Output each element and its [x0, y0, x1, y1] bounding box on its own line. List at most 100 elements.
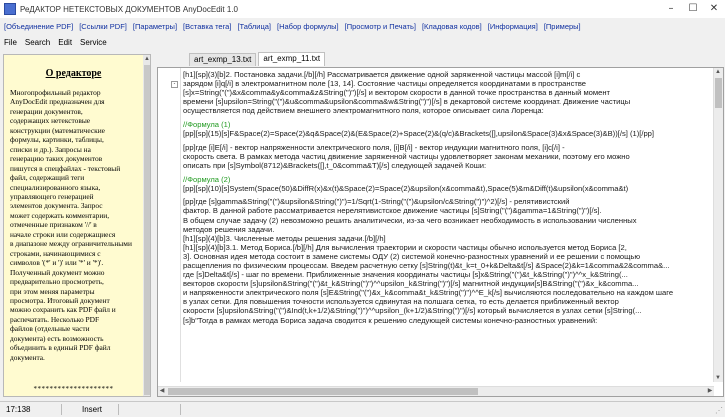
app-icon	[4, 3, 16, 15]
menu-formula[interactable]: [Набор формулы]	[275, 22, 341, 31]
about-panel-line: управляющего генерацией	[10, 191, 94, 201]
minimize-button[interactable]: –	[660, 0, 682, 18]
code-line[interactable]: [pp]где [i]E[/i] - вектор напряженности …	[183, 143, 713, 152]
scroll-up-icon[interactable]: ▲	[143, 55, 150, 63]
code-line[interactable]: зарядом [i]q[/i] в электромагнитном поле…	[183, 79, 713, 88]
scrollbar-thumb[interactable]	[168, 388, 478, 395]
resize-grip-icon[interactable]: ⋰	[715, 406, 723, 415]
code-line[interactable]: скорости [s]upsilon&String("(")&Ind(t,k+…	[183, 306, 713, 315]
menu-pdf-links[interactable]: [Ссылки PDF]	[77, 22, 129, 31]
comment-line[interactable]: //Формула (1)	[183, 120, 713, 129]
tab-art-exmp-11[interactable]: art_exmp_11.txt	[258, 52, 326, 66]
code-line[interactable]: [s]b"Тогда в рамках метода Бориса задача…	[183, 316, 713, 325]
about-panel-text: Многопрофильный редактор AnyDocEdit предн…	[10, 88, 140, 362]
menu-service[interactable]: Service	[80, 38, 107, 47]
comment-line[interactable]: //Формула (2)	[183, 175, 713, 184]
about-panel-line: файл, содержащий теги	[10, 173, 85, 183]
about-panel-line: распечатать. Несколько PDF	[10, 314, 100, 324]
about-panel-line: специализированного языка,	[10, 182, 101, 192]
about-panel-line: символов '(*' и ')' или '*' и '*)'.	[10, 258, 104, 268]
status-cell-empty	[121, 404, 181, 415]
code-line[interactable]: [pp][sp](15)[s]F&Space(2)=Space(2)&q&Spa…	[183, 129, 713, 138]
window-title: РеДАКТОР НЕТЕКСТОВЫХ ДОКУМЕНТОВ AnyDocEd…	[20, 4, 238, 14]
menu-merge-pdf[interactable]: [Объединение PDF]	[2, 22, 75, 31]
maximize-button[interactable]: ☐	[682, 0, 704, 18]
code-editor[interactable]: - [h1][sp](3)[b]2. Постановка задачи.[/b…	[157, 67, 724, 397]
about-panel-line: документа) есть возможность	[10, 333, 104, 343]
primary-menu-bar: [Объединение PDF] [Ссылки PDF] [Параметр…	[0, 18, 725, 35]
about-panel-line: содержащих нетекстовые	[10, 116, 91, 126]
about-panel-line: объединить в единый PDF файл	[10, 343, 111, 353]
document-tabs: art_exmp_13.txt art_exmp_11.txt	[189, 52, 327, 66]
about-panel-line: строками, начинающимися с	[10, 248, 101, 258]
about-panel-scrollbar[interactable]: ▲	[143, 55, 150, 396]
scrollbar-thumb[interactable]	[144, 65, 150, 395]
code-line[interactable]: и напряженности электрического поля [s]E…	[183, 288, 713, 297]
scroll-left-icon[interactable]: ◀	[158, 387, 166, 395]
editor-text[interactable]: [h1][sp](3)[b]2. Постановка задачи.[/b][…	[183, 70, 713, 384]
code-line[interactable]: 3]. Основная идея метода состоит в замен…	[183, 252, 713, 261]
about-panel-line: генерации документов,	[10, 106, 83, 116]
edit-mode: Insert	[64, 404, 119, 415]
code-line[interactable]: осуществляется под действием внешнего эл…	[183, 106, 713, 115]
menu-parameters[interactable]: [Параметры]	[131, 22, 179, 31]
fold-marker-icon[interactable]: -	[171, 81, 178, 88]
code-line[interactable]: где [s]Delta&t[/s] - шаг по времени. При…	[183, 270, 713, 279]
close-button[interactable]: ✕	[703, 0, 725, 18]
code-line[interactable]: описать при [s]Symbol(8712)&Brackets([],…	[183, 161, 713, 170]
menu-table[interactable]: [Таблица]	[235, 22, 273, 31]
code-line[interactable]: [h1][sp](4)[b]3. Численные методы решени…	[183, 234, 713, 243]
code-line[interactable]: скорость света. В рамках метода частиц д…	[183, 152, 713, 161]
code-line[interactable]: [pp][sp](10)[s]System(Space(50)&DiffR(x)…	[183, 184, 713, 193]
scroll-right-icon[interactable]: ▶	[706, 387, 714, 395]
secondary-menu-bar: File Search Edit Service	[0, 35, 725, 49]
scroll-up-icon[interactable]: ▲	[714, 68, 722, 76]
about-panel-line: предварительно просмотреть,	[10, 277, 104, 287]
about-panel-line: в диапазоне между ограничительными	[10, 239, 132, 249]
menu-view-print[interactable]: [Просмотр и Печать]	[343, 22, 418, 31]
tab-art-exmp-13[interactable]: art_exmp_13.txt	[189, 53, 257, 66]
about-panel-line: генерацию таких документов	[10, 154, 103, 164]
code-line[interactable]: фактор. В данной работе рассматривается …	[183, 206, 713, 215]
code-line[interactable]: методов решения задачи.	[183, 225, 713, 234]
code-line[interactable]: времени [s]upsilon=String("(")&u&comma&u…	[183, 97, 713, 106]
about-panel-line: отмеченные признаком '//' в	[10, 220, 97, 230]
about-panel-line: пишутся в спецфайлах - текстовый	[10, 163, 121, 173]
about-panel-line: может содержать комментарии,	[10, 210, 110, 220]
about-panel-line: начале строки или содержащиеся	[10, 229, 116, 239]
about-panel-line: Полученный документ можно	[10, 267, 105, 277]
about-panel-footer: ********************	[33, 385, 114, 393]
scroll-down-icon[interactable]: ▼	[714, 374, 722, 382]
code-line[interactable]: В общем случае задачу (2) невозможно реш…	[183, 216, 713, 225]
code-line[interactable]: векторов скорости [s]upsilon&String("(")…	[183, 279, 713, 288]
menu-edit[interactable]: Edit	[58, 38, 72, 47]
code-line[interactable]: [h1][sp](4)[b]3.1. Метод Бориса.[/b][/h]…	[183, 243, 713, 252]
editor-vertical-scrollbar[interactable]: ▲ ▼	[713, 68, 723, 382]
code-line[interactable]: расщепления по физическим процессам. Вве…	[183, 261, 713, 270]
about-panel-line: документа.	[10, 352, 45, 362]
menu-insert-tag[interactable]: [Вставка тега]	[181, 22, 233, 31]
about-panel-title: О редакторе	[45, 68, 102, 79]
about-panel-line: файлов (отдельные части	[10, 324, 90, 334]
code-line[interactable]: в узлах сетки. Для повышения точности ис…	[183, 297, 713, 306]
code-line[interactable]: [h1][sp](3)[b]2. Постановка задачи.[/b][…	[183, 70, 713, 79]
menu-file[interactable]: File	[4, 38, 17, 47]
about-panel-line: списки и др.). Запросы на	[10, 144, 91, 154]
editor-horizontal-scrollbar[interactable]: ◀ ▶	[158, 386, 714, 396]
about-panel-line: просмотра. Итоговый документ	[10, 295, 110, 305]
about-panel-line: AnyDocEdit предназначен для	[10, 97, 105, 107]
about-panel-line: можно сохранить как PDF файл и	[10, 305, 116, 315]
menu-info[interactable]: [Информация]	[486, 22, 540, 31]
menu-code-store[interactable]: [Кладовая кодов]	[420, 22, 484, 31]
code-line[interactable]: [s]x=String("(")&x&comma&y&comma&z&Strin…	[183, 88, 713, 97]
about-panel-line: элементов документа. Запрос	[10, 201, 103, 211]
about-panel: О редакторе Многопрофильный редактор AnyD…	[3, 54, 151, 397]
cursor-position: 17:138	[2, 404, 62, 415]
menu-search[interactable]: Search	[25, 38, 50, 47]
about-panel-line: конструкции (математические	[10, 125, 105, 135]
title-bar: РеДАКТОР НЕТЕКСТОВЫХ ДОКУМЕНТОВ AnyDocEd…	[0, 0, 725, 18]
menu-examples[interactable]: [Примеры]	[542, 22, 583, 31]
status-bar: 17:138 Insert ⋰	[0, 401, 725, 417]
scrollbar-thumb[interactable]	[715, 78, 722, 108]
code-line[interactable]: [pp]где [s]gamma&String("(")&upsilon&Str…	[183, 197, 713, 206]
